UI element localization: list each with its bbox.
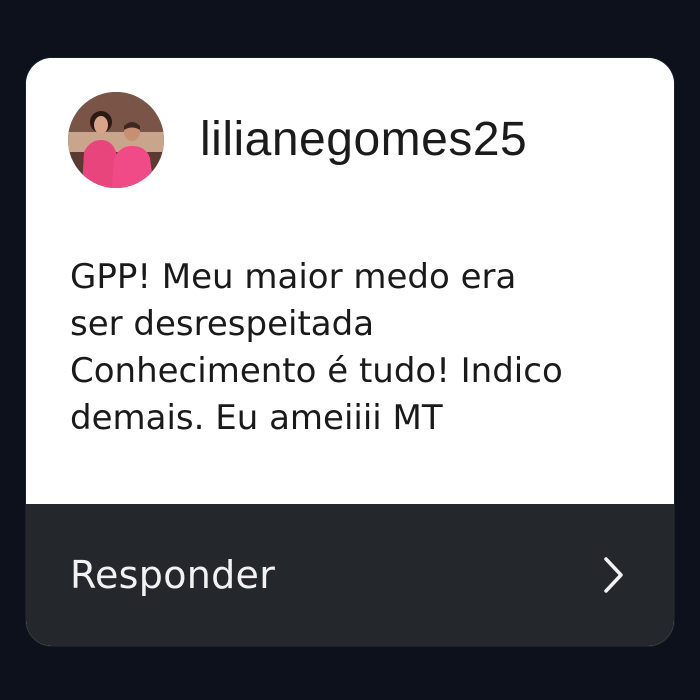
comment-line: Conhecimento é tudo! Indico — [70, 351, 563, 391]
comment-content: lilianegomes25 GPP! Meu maior medo era s… — [26, 58, 674, 504]
comment-card: lilianegomes25 GPP! Meu maior medo era s… — [26, 58, 674, 646]
comment-line: ser desrespeitada — [70, 304, 375, 344]
comment-line: GPP! Meu maior medo era — [70, 257, 517, 297]
screen: lilianegomes25 GPP! Meu maior medo era s… — [0, 0, 700, 700]
chevron-right-icon — [600, 555, 628, 595]
reply-button[interactable]: Responder — [26, 504, 674, 646]
avatar[interactable] — [68, 92, 164, 188]
comment-text: GPP! Meu maior medo era ser desrespeitad… — [70, 254, 650, 442]
username[interactable]: lilianegomes25 — [200, 116, 527, 164]
comment-line: demais. Eu ameiiii MT — [70, 398, 443, 438]
comment-header: lilianegomes25 — [68, 92, 527, 188]
profile-photo-icon — [68, 92, 164, 188]
reply-label: Responder — [70, 553, 276, 597]
